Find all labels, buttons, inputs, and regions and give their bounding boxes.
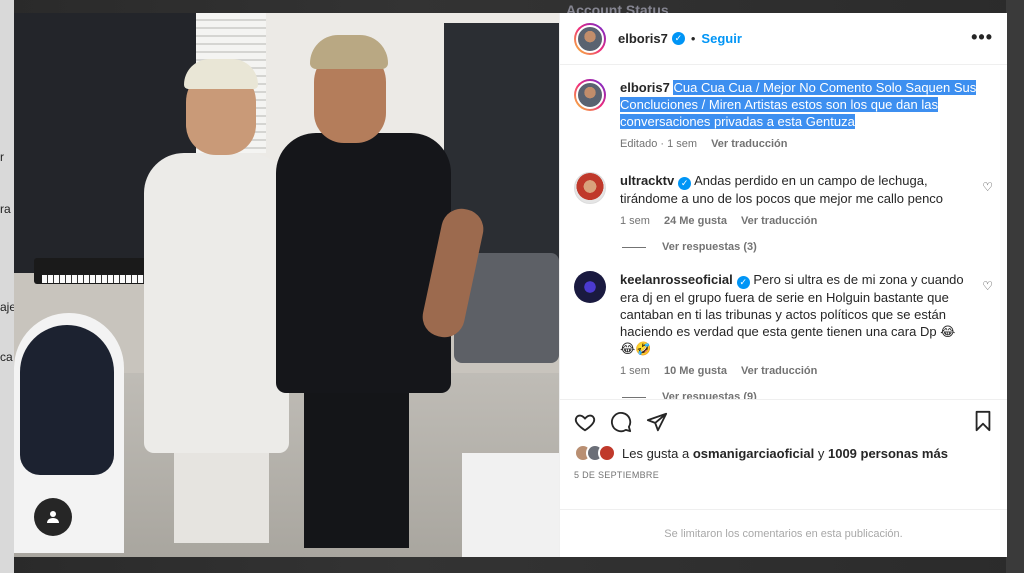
background-left-strip xyxy=(0,0,14,573)
verified-icon: ✓ xyxy=(736,276,750,289)
liker-avatar xyxy=(598,444,616,462)
bookmark-icon[interactable] xyxy=(973,410,993,432)
photo-person-white xyxy=(144,153,289,453)
caption-edited: Editado xyxy=(620,138,658,150)
caption-text: Cua Cua Cua / Mejor No Comento Solo Saqu… xyxy=(620,80,977,129)
comment-meta: 1 sem 24 Me gusta Ver traducción xyxy=(620,215,969,227)
photo-person-white-hair xyxy=(184,59,258,89)
share-icon[interactable] xyxy=(646,411,668,433)
photo-person-black xyxy=(276,133,451,393)
view-replies-button[interactable]: Ver respuestas (9) xyxy=(622,391,993,399)
view-replies-button[interactable]: Ver respuestas (3) xyxy=(622,241,993,253)
post-photo[interactable] xyxy=(14,13,559,557)
comments-list[interactable]: elboris7 Cua Cua Cua / Mejor No Comento … xyxy=(560,65,1007,399)
tagged-users-button[interactable] xyxy=(34,498,72,536)
view-replies-label: Ver respuestas (9) xyxy=(662,391,757,399)
verified-icon: ✓ xyxy=(671,32,685,45)
actions-section: Les gusta a osmanigarciaoficial y 1009 p… xyxy=(560,399,1007,509)
caption-time[interactable]: 1 sem xyxy=(667,138,697,150)
follow-button[interactable]: Seguir xyxy=(701,31,741,46)
caption: elboris7 Cua Cua Cua / Mejor No Comento … xyxy=(574,79,993,150)
caption-meta: Editado · 1 sem Ver traducción xyxy=(620,138,788,150)
likes-prefix: Les gusta a xyxy=(622,445,690,461)
comment-item: keelanrosseoficial ✓ Pero si ultra es de … xyxy=(574,271,993,377)
user-icon xyxy=(47,511,59,523)
comment-username[interactable]: ultracktv xyxy=(620,173,674,188)
comment-meta: 1 sem 10 Me gusta Ver traducción xyxy=(620,365,969,377)
caption-translate-link[interactable]: Ver traducción xyxy=(711,138,787,150)
post-header: elboris7 ✓ • Seguir ••• xyxy=(560,13,1007,65)
background-fragment: ra xyxy=(0,202,11,216)
likes-user[interactable]: osmanigarciaoficial xyxy=(693,446,814,461)
comments-disabled-notice: Se limitaron los comentarios en esta pub… xyxy=(560,509,1007,557)
separator-dot: • xyxy=(690,31,696,46)
likers-avatars xyxy=(574,444,616,462)
caption-username[interactable]: elboris7 xyxy=(620,80,670,95)
heart-icon[interactable]: ♡ xyxy=(982,180,993,194)
comment-avatar[interactable] xyxy=(574,172,606,204)
comment-time[interactable]: 1 sem xyxy=(620,215,650,227)
background-right-strip xyxy=(1006,0,1024,573)
post-date[interactable]: 5 DE SEPTIEMBRE xyxy=(574,470,993,480)
author-username[interactable]: elboris7 xyxy=(618,31,668,46)
background-fragment: ca xyxy=(0,350,13,364)
more-options-icon[interactable]: ••• xyxy=(971,27,993,48)
comment-likes[interactable]: 10 Me gusta xyxy=(664,365,727,377)
background-fragment: r xyxy=(0,150,4,164)
photo-person-black-cap xyxy=(310,35,388,69)
comment-likes[interactable]: 24 Me gusta xyxy=(664,215,727,227)
replies-line xyxy=(622,396,646,398)
comment-time[interactable]: 1 sem xyxy=(620,365,650,377)
photo-chair-left-seat xyxy=(20,325,114,475)
comment-icon[interactable] xyxy=(610,411,632,433)
comment-translate-link[interactable]: Ver traducción xyxy=(741,215,817,227)
heart-icon[interactable]: ♡ xyxy=(982,279,993,293)
comment-avatar[interactable] xyxy=(574,271,606,303)
like-heart-icon[interactable] xyxy=(574,411,596,433)
photo-chair-right xyxy=(462,453,559,557)
post-modal: elboris7 ✓ • Seguir ••• elboris7 Cua Cua… xyxy=(14,13,1007,557)
comment-item: ultracktv ✓ Andas perdido en un campo de … xyxy=(574,172,993,227)
comment-translate-link[interactable]: Ver traducción xyxy=(741,365,817,377)
action-row xyxy=(574,408,993,436)
post-panel: elboris7 ✓ • Seguir ••• elboris7 Cua Cua… xyxy=(559,13,1007,557)
likes-summary: Les gusta a osmanigarciaoficial y 1009 p… xyxy=(574,444,993,462)
likes-count[interactable]: 1009 personas más xyxy=(828,446,948,461)
caption-avatar[interactable] xyxy=(574,79,606,111)
verified-icon: ✓ xyxy=(678,177,692,190)
author-avatar[interactable] xyxy=(574,22,606,55)
view-replies-label: Ver respuestas (3) xyxy=(662,241,757,253)
replies-line xyxy=(622,246,646,248)
comment-username[interactable]: keelanrosseoficial xyxy=(620,272,733,287)
likes-join: y xyxy=(817,445,825,461)
